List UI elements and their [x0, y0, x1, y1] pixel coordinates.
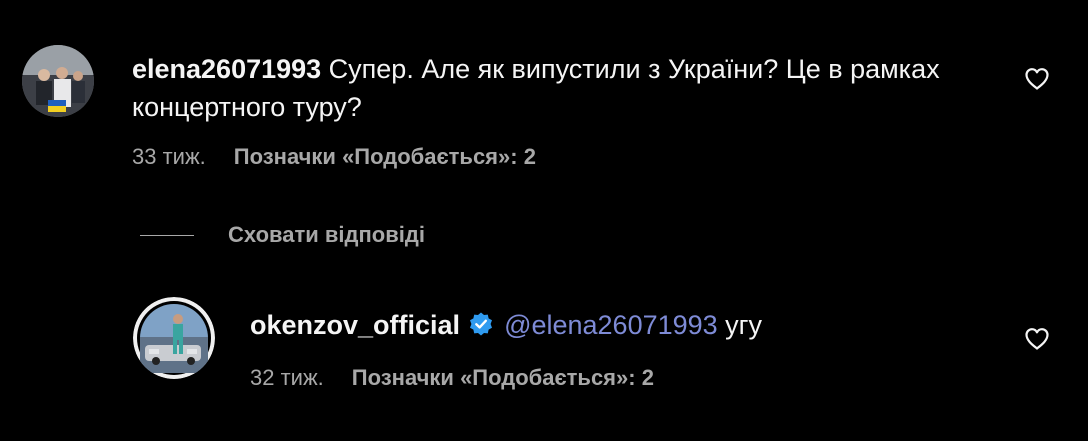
- reply-body: угу: [717, 310, 763, 340]
- commenter-username[interactable]: elena26071993: [132, 54, 321, 84]
- reply-username[interactable]: okenzov_official: [250, 310, 460, 340]
- verified-badge-icon: [468, 309, 494, 347]
- like-reply-button[interactable]: [1024, 327, 1050, 351]
- divider-line: [140, 234, 194, 236]
- comment-timestamp[interactable]: 33 тиж.: [132, 144, 206, 170]
- comment-text: elena26071993 Супер. Але як випустили з …: [132, 50, 992, 126]
- commenter-avatar[interactable]: [22, 45, 94, 117]
- like-comment-button[interactable]: [1024, 67, 1050, 91]
- hide-replies-button[interactable]: Сховати відповіді: [140, 222, 425, 248]
- hide-replies-label: Сховати відповіді: [228, 222, 425, 247]
- reply-avatar[interactable]: [133, 297, 215, 379]
- reply-timestamp[interactable]: 32 тиж.: [250, 365, 324, 391]
- reply-text: okenzov_official @elena26071993 угу: [250, 306, 950, 347]
- comment-likes-count[interactable]: Позначки «Подобається»: 2: [234, 144, 536, 170]
- reply-meta: 32 тиж. Позначки «Подобається»: 2: [250, 365, 654, 391]
- reply-mention-link[interactable]: @elena26071993: [504, 310, 718, 340]
- heart-outline-icon: [1025, 68, 1049, 90]
- heart-outline-icon: [1025, 328, 1049, 350]
- reply-likes-count[interactable]: Позначки «Подобається»: 2: [352, 365, 654, 391]
- comment-meta: 33 тиж. Позначки «Подобається»: 2: [132, 144, 536, 170]
- comments-thread: elena26071993 Супер. Але як випустили з …: [0, 0, 1088, 441]
